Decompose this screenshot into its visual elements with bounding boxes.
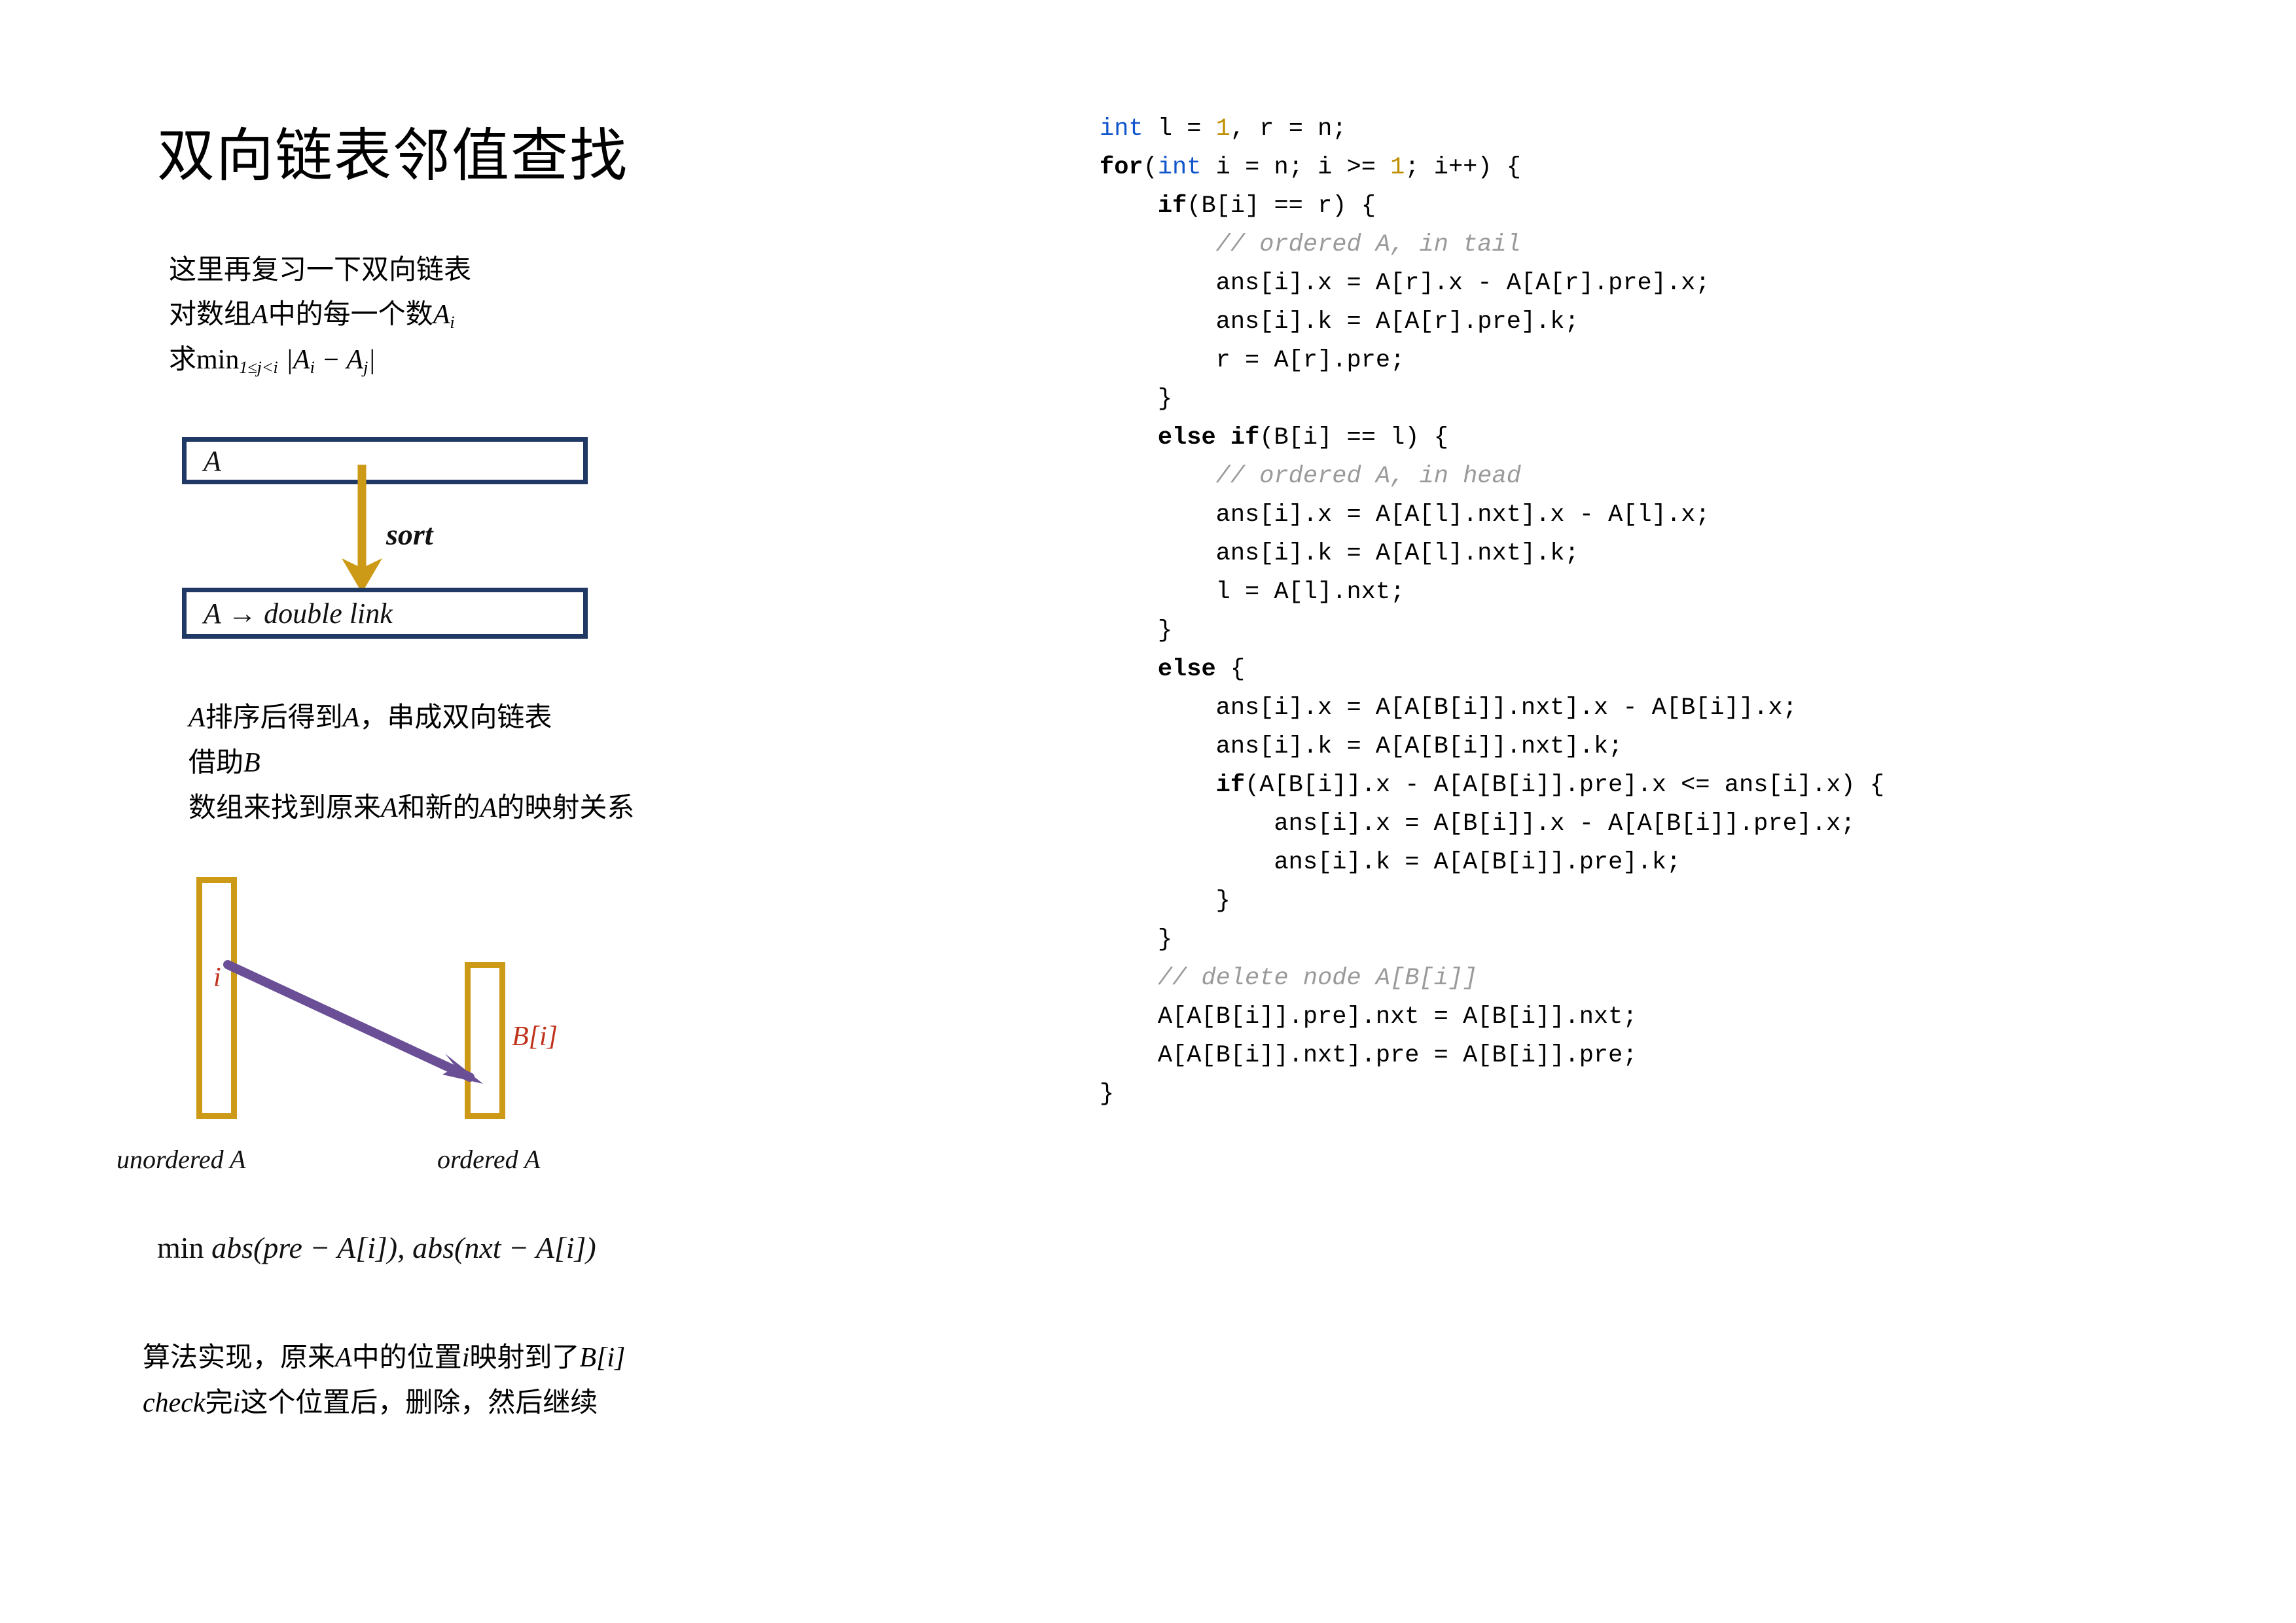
algo-line-1: 算法实现，原来A中的位置i映射到了B[i]	[143, 1342, 626, 1373]
source-code-block[interactable]: int l = 1, r = n; for(int i = n; i >= 1;…	[1100, 110, 2212, 1114]
sort-arrow	[332, 465, 391, 596]
intro-text-block: 这里再复习一下双向链表 对数组A中的每一个数Ai 求min1≤j<i |Ai −…	[169, 247, 471, 382]
array-symbol-a: A	[251, 300, 268, 330]
mapping-line-2: 借助B	[188, 747, 260, 779]
sort-label: sort	[386, 518, 433, 551]
left-notes-column: 双向链表邻值查找 这里再复习一下双向链表 对数组A中的每一个数Ai 求min1≤…	[0, 0, 995, 1623]
algo-line-2: check完i这个位置后，删除，然后继续	[143, 1387, 598, 1419]
index-i-label: i	[213, 963, 221, 993]
intro-line-3: 求min1≤j<i |Ai − Aj|	[169, 344, 376, 377]
array-a-box-label: A	[204, 444, 221, 477]
algorithm-note-block: 算法实现，原来A中的位置i映射到了B[i] check完i这个位置后，删除，然后…	[143, 1335, 625, 1425]
double-link-box: A → double link	[182, 588, 588, 639]
mapping-line-3: 数组来找到原来A和新的A的映射关系	[188, 792, 635, 824]
code-panel: int l = 1, r = n; for(int i = n; i >= 1;…	[1100, 110, 2212, 1114]
mapping-arrow	[223, 960, 483, 1084]
intro-line-2: 对数组A中的每一个数Ai	[169, 298, 455, 332]
intro-line-1: 这里再复习一下双向链表	[169, 254, 472, 285]
double-link-box-label: A → double link	[204, 597, 393, 630]
ordered-array-caption: ordered A	[437, 1145, 541, 1174]
mapping-text-block: A排序后得到A，串成双向链表 借助B 数组来找到原来A和新的A的映射关系	[188, 695, 634, 830]
mapping-line-1: A排序后得到A，串成双向链表	[188, 702, 552, 733]
min-abs-formula: min abs(pre − A[i]), abs(nxt − A[i])	[157, 1231, 596, 1264]
page-title: 双向链表邻值查找	[157, 123, 629, 188]
unordered-array-caption: unordered A	[117, 1145, 246, 1174]
